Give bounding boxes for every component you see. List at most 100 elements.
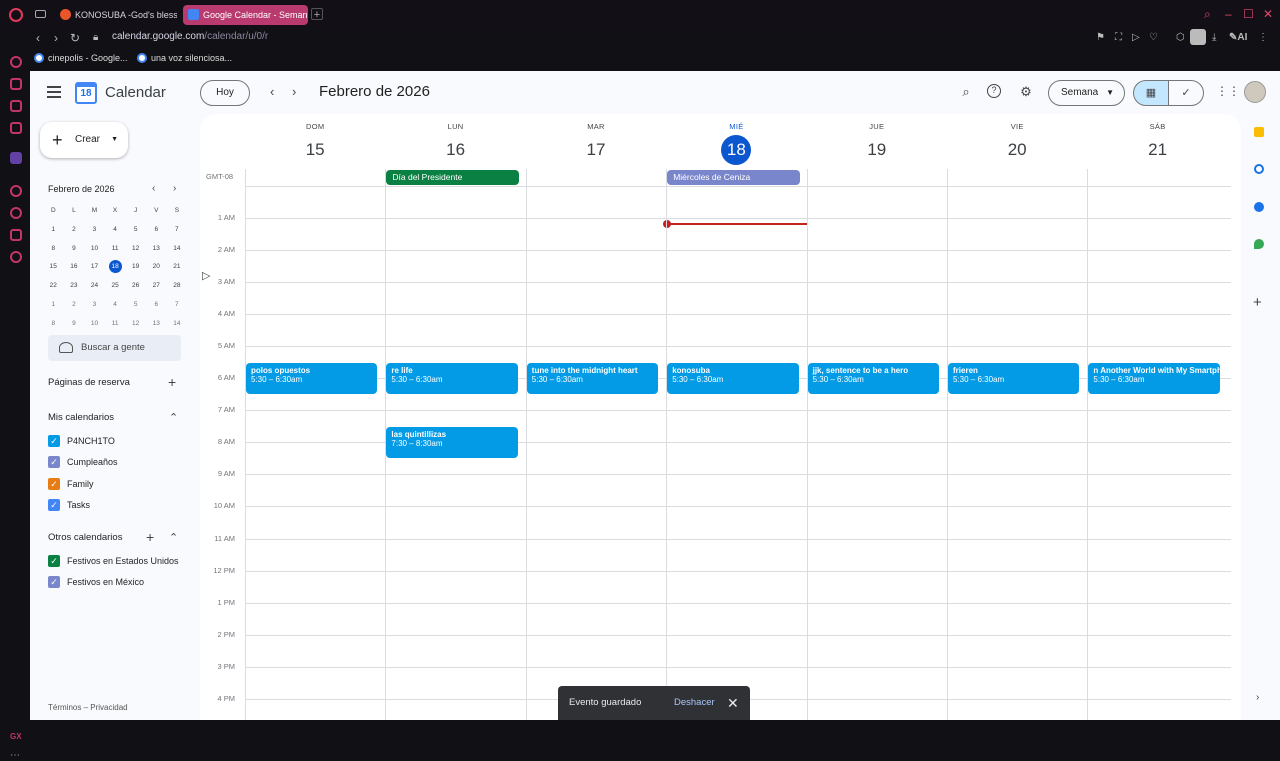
calendar-event[interactable]: frieren 5:30 – 6:30am <box>948 363 1080 395</box>
checkbox-checked-icon[interactable]: ✓ <box>48 456 60 469</box>
mini-day[interactable]: 26 <box>125 277 146 296</box>
calendar-event[interactable]: re life 5:30 – 6:30am <box>386 363 518 395</box>
messenger-icon[interactable] <box>10 122 22 134</box>
url-field[interactable]: calendar.google.com/calendar/u/0/r <box>112 31 268 42</box>
tab-google-calendar[interactable]: Google Calendar - Seman <box>183 5 308 25</box>
next-week-button[interactable]: › <box>292 84 296 99</box>
help-icon[interactable]: ? <box>987 84 1001 98</box>
new-tab-button[interactable]: + <box>311 8 323 21</box>
my-calendars-title[interactable]: Mis calendarios <box>48 412 114 423</box>
calendar-event[interactable]: konosuba 5:30 – 6:30am <box>667 363 799 395</box>
mini-day[interactable]: 10 <box>84 240 105 259</box>
maximize-button[interactable]: ☐ <box>1243 8 1254 20</box>
close-icon[interactable]: ✕ <box>727 686 739 720</box>
tasks-icon[interactable] <box>1254 164 1264 174</box>
mini-day[interactable]: 17 <box>84 258 105 277</box>
calendar-view-toggle[interactable]: ▦ <box>1133 80 1169 106</box>
view-select[interactable]: Semana ▼ <box>1048 80 1125 106</box>
keep-icon[interactable] <box>1254 127 1264 137</box>
mini-day[interactable]: 2 <box>64 296 85 315</box>
mini-day[interactable]: 13 <box>146 240 167 259</box>
news-icon[interactable] <box>10 100 22 112</box>
ai-button[interactable]: ✎AI <box>1229 32 1247 44</box>
today-button[interactable]: Hoy <box>200 80 250 106</box>
calendar-item[interactable]: ✓ Festivos en Estados Unidos <box>48 555 179 571</box>
mini-day-today[interactable]: 18 <box>105 258 126 277</box>
search-people-input[interactable]: Buscar a gente <box>48 335 181 361</box>
mini-day[interactable]: 25 <box>105 277 126 296</box>
mini-day[interactable]: 9 <box>64 240 85 259</box>
reload-button[interactable]: ↻ <box>70 31 80 45</box>
extensions-icon[interactable]: ⬡ <box>1176 32 1185 44</box>
mini-day[interactable]: 2 <box>64 221 85 240</box>
day-header[interactable]: LUN 16 <box>385 114 525 169</box>
mini-day[interactable]: 13 <box>146 315 167 334</box>
mini-day[interactable]: 27 <box>146 277 167 296</box>
calendar-event[interactable]: polos opuestos 5:30 – 6:30am <box>246 363 378 395</box>
mini-day[interactable]: 8 <box>43 315 64 334</box>
mini-next-button[interactable]: › <box>173 183 176 194</box>
mini-day[interactable]: 11 <box>105 240 126 259</box>
undo-button[interactable]: Deshacer <box>674 686 715 720</box>
day-number[interactable]: 18 <box>721 135 752 165</box>
player-icon[interactable]: ▷ <box>1132 32 1140 44</box>
avatar[interactable] <box>1244 81 1266 103</box>
extensions-sidebar-icon[interactable] <box>10 229 22 241</box>
mini-day[interactable]: 11 <box>105 315 126 334</box>
day-number[interactable]: 16 <box>441 135 471 165</box>
all-day-event[interactable]: Miércoles de Ceniza <box>667 170 800 185</box>
minimize-button[interactable]: – <box>1225 8 1232 20</box>
day-header[interactable]: DOM 15 <box>245 114 385 169</box>
gx-corner-icon[interactable]: GX <box>10 732 22 741</box>
mini-prev-button[interactable]: ‹ <box>152 183 155 194</box>
shopping-icon[interactable] <box>10 78 22 90</box>
mini-day[interactable]: 6 <box>146 221 167 240</box>
day-header[interactable]: SÁB 21 <box>1087 114 1227 169</box>
day-header[interactable]: MAR 17 <box>526 114 666 169</box>
calendar-event[interactable]: n Another World with My Smartphone5:30 –… <box>1088 363 1220 395</box>
mini-day[interactable]: 3 <box>84 296 105 315</box>
main-menu-button[interactable] <box>47 86 61 98</box>
chevron-up-icon[interactable]: ⌃ <box>169 532 178 544</box>
day-number[interactable]: 17 <box>581 135 611 165</box>
checkbox-checked-icon[interactable]: ✓ <box>48 498 60 511</box>
mini-day[interactable]: 22 <box>43 277 64 296</box>
mini-day[interactable]: 5 <box>125 296 146 315</box>
day-header[interactable]: VIE 20 <box>947 114 1087 169</box>
mini-day[interactable]: 10 <box>84 315 105 334</box>
contacts-icon[interactable] <box>1254 202 1264 212</box>
tasks-view-toggle[interactable]: ✓ <box>1168 80 1204 106</box>
tab-islands-icon[interactable] <box>35 10 46 18</box>
create-button[interactable]: + Crear ▼ <box>40 122 128 158</box>
more-icon[interactable]: ⋯ <box>10 750 20 761</box>
other-calendars-title[interactable]: Otros calendarios <box>48 532 122 543</box>
bookmark-una-voz[interactable]: una voz silenciosa... <box>137 53 232 63</box>
mini-day[interactable]: 7 <box>167 221 188 240</box>
calendar-event[interactable]: tune into the midnight heart 5:30 – 6:30a… <box>526 363 659 395</box>
mini-day[interactable]: 20 <box>146 258 167 277</box>
mini-day[interactable]: 7 <box>167 296 188 315</box>
day-number[interactable]: 19 <box>862 135 892 165</box>
chevron-up-icon[interactable]: ⌃ <box>169 412 178 424</box>
calendar-item[interactable]: ✓ Tasks <box>48 498 90 515</box>
checkbox-checked-icon[interactable]: ✓ <box>48 477 60 490</box>
bookmark-icon[interactable]: ⚑ <box>1096 32 1105 44</box>
back-button[interactable]: ‹ <box>36 31 40 45</box>
heart-icon[interactable]: ♡ <box>1149 32 1158 44</box>
mini-day[interactable]: 6 <box>146 296 167 315</box>
mini-day[interactable]: 24 <box>84 277 105 296</box>
mini-day[interactable]: 4 <box>105 221 126 240</box>
close-window-button[interactable]: ✕ <box>1263 8 1273 20</box>
speed-dial-icon[interactable] <box>10 56 22 68</box>
calendar-item[interactable]: ✓ P4NCH1TO <box>48 435 115 451</box>
calendar-item[interactable]: ✓ Cumpleaños <box>48 456 118 472</box>
calendar-item[interactable]: ✓ Festivos en México <box>48 576 144 592</box>
all-day-event[interactable]: Día del Presidente <box>386 170 519 185</box>
checkbox-checked-icon[interactable]: ✓ <box>48 555 60 567</box>
download-icon[interactable]: ⤓ <box>1212 32 1216 44</box>
chevron-right-icon[interactable]: › <box>1256 692 1259 703</box>
day-header[interactable]: JUE 19 <box>807 114 947 169</box>
mini-day[interactable]: 5 <box>125 221 146 240</box>
opera-logo-icon[interactable] <box>9 8 23 22</box>
mini-day[interactable]: 14 <box>167 315 188 334</box>
